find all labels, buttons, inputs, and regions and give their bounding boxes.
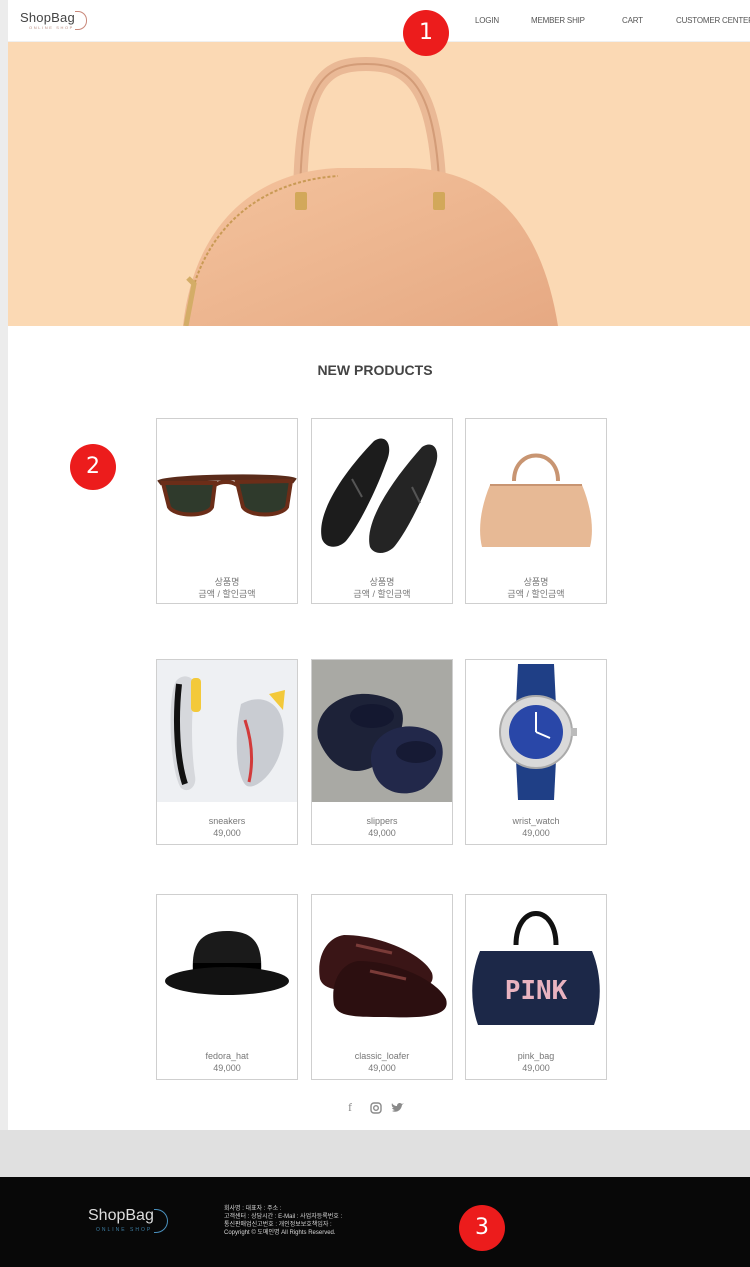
loafer-icon: [319, 935, 447, 1018]
footer-logo-text: ShopBag: [88, 1207, 154, 1224]
product-card[interactable]: slippers 49,000: [311, 659, 453, 845]
product-price: 49,000: [213, 1063, 241, 1073]
loafers-icon: [321, 438, 438, 553]
product-image[interactable]: [466, 419, 606, 561]
footer-line: 통신판매업신고번호 : 개인정보보호책임자 :: [224, 1222, 332, 1228]
product-name: slippers: [366, 816, 398, 826]
product-image[interactable]: [157, 419, 297, 561]
slippers-icon: [317, 693, 443, 794]
instagram-icon[interactable]: [370, 1101, 382, 1119]
product-image[interactable]: [312, 895, 452, 1037]
sneakers-icon: [170, 676, 285, 791]
pink-bag-icon: PINK: [472, 911, 600, 1025]
nav-login[interactable]: LOGIN: [475, 16, 499, 25]
annotation-marker-2: 2: [70, 444, 116, 490]
sunglasses-icon: [157, 474, 297, 517]
product-card[interactable]: 상품명 금액 / 할인금액: [156, 418, 298, 604]
top-nav: LOGIN MEMBER SHIP CART CUSTOMER CENTER: [8, 16, 750, 28]
wrist-watch-icon: [499, 664, 577, 800]
annotation-marker-3: 3: [459, 1205, 505, 1251]
product-name: fedora_hat: [205, 1051, 249, 1061]
product-card[interactable]: sneakers 49,000: [156, 659, 298, 845]
product-name: pink_bag: [517, 1051, 555, 1061]
handbag-icon: [480, 453, 592, 547]
footer-line: 회사명 : 대표자 : 주소 :: [224, 1206, 282, 1212]
footer-spacer: [0, 1130, 750, 1177]
facebook-icon[interactable]: f: [348, 1100, 352, 1115]
footer-line: 고객센터 : 상담시간 : E-Mail : 사업자등록번호 :: [224, 1214, 343, 1220]
product-price: 금액 / 할인금액: [353, 589, 411, 599]
hero-banner: [8, 42, 750, 326]
product-card[interactable]: PINK pink_bag 49,000: [465, 894, 607, 1080]
product-price: 금액 / 할인금액: [507, 589, 565, 599]
product-card[interactable]: wrist_watch 49,000: [465, 659, 607, 845]
footer-company-info: 회사명 : 대표자 : 주소 : 고객센터 : 상담시간 : E-Mail : …: [224, 1205, 342, 1237]
product-price: 금액 / 할인금액: [198, 589, 256, 599]
product-name: classic_loafer: [354, 1051, 410, 1061]
product-name: sneakers: [208, 816, 246, 826]
product-card[interactable]: classic_loafer 49,000: [311, 894, 453, 1080]
nav-membership[interactable]: MEMBER SHIP: [531, 16, 585, 25]
header: ShopBag ONLINE SHOP LOGIN MEMBER SHIP CA…: [8, 0, 750, 42]
product-image[interactable]: [157, 660, 297, 802]
page: ShopBag ONLINE SHOP LOGIN MEMBER SHIP CA…: [8, 0, 750, 1267]
product-image[interactable]: [466, 660, 606, 802]
footer-logo[interactable]: ShopBag ONLINE SHOP: [88, 1207, 168, 1233]
social-links: f: [8, 1100, 750, 1118]
product-price: 49,000: [368, 1063, 396, 1073]
footer-copyright: Copyright © 도메인명 All Rights Reserved.: [224, 1230, 336, 1236]
product-name: wrist_watch: [512, 816, 560, 826]
product-card[interactable]: 상품명 금액 / 할인금액: [311, 418, 453, 604]
pink-bag-text: PINK: [505, 976, 568, 1006]
product-image[interactable]: PINK: [466, 895, 606, 1037]
section-title: NEW PRODUCTS: [317, 362, 433, 378]
product-card[interactable]: 상품명 금액 / 할인금액: [465, 418, 607, 604]
twitter-icon[interactable]: [391, 1101, 405, 1119]
product-price: 49,000: [368, 828, 396, 838]
hero-handbag-icon: [183, 56, 558, 326]
product-price: 49,000: [522, 1063, 550, 1073]
footer: ShopBag ONLINE SHOP 회사명 : 대표자 : 주소 : 고객센…: [0, 1177, 750, 1267]
product-price: 49,000: [213, 828, 241, 838]
nav-cart[interactable]: CART: [622, 16, 643, 25]
product-price: 49,000: [522, 828, 550, 838]
product-image[interactable]: [312, 419, 452, 561]
product-image[interactable]: [312, 660, 452, 802]
product-card[interactable]: fedora_hat 49,000: [156, 894, 298, 1080]
nav-customer-center[interactable]: CUSTOMER CENTER: [676, 16, 750, 25]
fedora-hat-icon: [165, 931, 289, 995]
product-image[interactable]: [157, 895, 297, 1037]
annotation-marker-1: 1: [403, 10, 449, 56]
footer-logo-arc-icon: [154, 1209, 168, 1233]
footer-logo-subtext: ONLINE SHOP: [96, 1227, 153, 1233]
